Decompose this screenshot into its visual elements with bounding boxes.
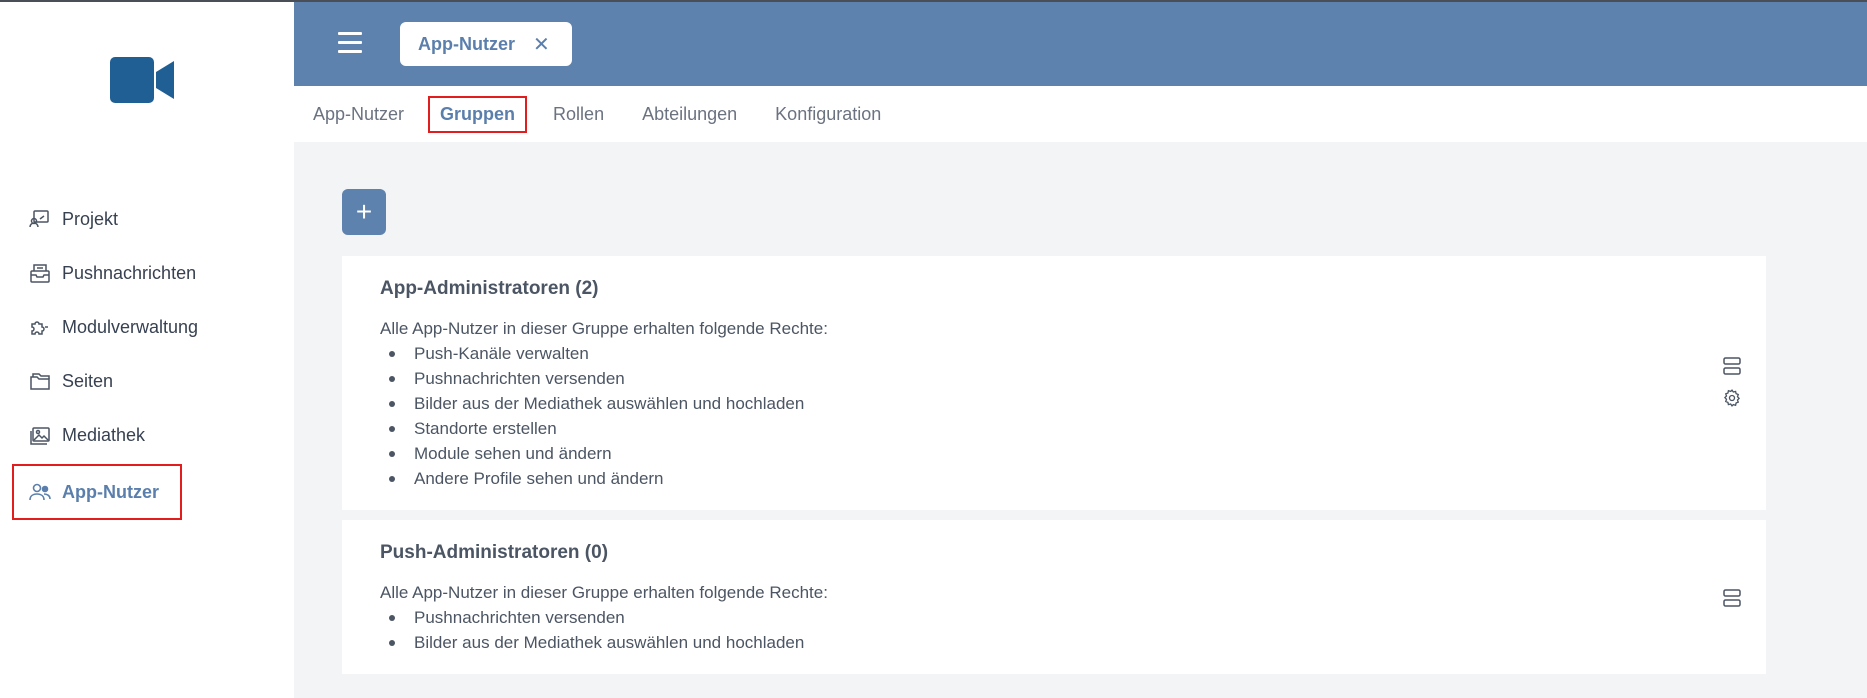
tab-konfiguration[interactable]: Konfiguration <box>775 98 881 131</box>
group-intro: Alle App-Nutzer in dieser Gruppe erhalte… <box>380 319 828 338</box>
sidebar-item-projekt[interactable]: Projekt <box>12 192 282 246</box>
tab-gruppen[interactable]: Gruppen <box>428 95 528 133</box>
group-intro: Alle App-Nutzer in dieser Gruppe erhalte… <box>380 583 828 602</box>
sidebar-item-label: Modulverwaltung <box>62 316 199 337</box>
sidebar-item-label: Pushnachrichten <box>62 262 197 283</box>
group-rights-list: Pushnachrichten versenden Bilder aus der… <box>380 605 1728 655</box>
add-group-button[interactable]: + <box>342 189 386 235</box>
push-messages-icon <box>28 261 52 285</box>
puzzle-icon <box>28 315 52 339</box>
group-title: Push-Administratoren (0) <box>380 542 609 563</box>
list-item: Bilder aus der Mediathek auswählen und h… <box>380 391 1728 416</box>
sidebar-nav: Projekt Pushnachrichten Modulverwaltung … <box>12 192 282 520</box>
sub-navigation: App-Nutzer Gruppen Rollen Abteilungen Ko… <box>294 86 1867 142</box>
list-item: Pushnachrichten versenden <box>380 605 1728 630</box>
sidebar-item-label: Seiten <box>62 370 114 391</box>
sidebar: Projekt Pushnachrichten Modulverwaltung … <box>0 2 294 698</box>
group-actions <box>1722 588 1742 608</box>
tab-rollen[interactable]: Rollen <box>553 98 604 131</box>
list-item: Andere Profile sehen und ändern <box>380 466 1728 491</box>
list-item: Module sehen und ändern <box>380 441 1728 466</box>
sidebar-item-pushnachrichten[interactable]: Pushnachrichten <box>12 246 282 300</box>
pages-icon <box>28 369 52 393</box>
sidebar-item-mediathek[interactable]: Mediathek <box>12 408 282 462</box>
sidebar-item-app-nutzer[interactable]: App-Nutzer <box>12 464 182 520</box>
project-icon <box>28 207 52 231</box>
list-item: Pushnachrichten versenden <box>380 366 1728 391</box>
group-rights-list: Push-Kanäle verwalten Pushnachrichten ve… <box>380 341 1728 491</box>
open-tab-label: App-Nutzer <box>418 33 515 54</box>
sidebar-item-label: App-Nutzer <box>62 481 159 502</box>
group-card-app-administratoren: App-Administratoren (2) Alle App-Nutzer … <box>342 256 1766 510</box>
server-icon[interactable] <box>1722 588 1742 608</box>
sidebar-item-seiten[interactable]: Seiten <box>12 354 282 408</box>
image-icon <box>28 423 52 447</box>
open-tab-app-nutzer[interactable]: App-Nutzer ✕ <box>400 22 572 66</box>
group-title: App-Administratoren (2) <box>380 278 599 299</box>
server-icon[interactable] <box>1722 356 1742 376</box>
sidebar-item-label: Projekt <box>62 208 119 229</box>
top-bar: App-Nutzer ✕ <box>294 2 1867 86</box>
sidebar-item-modulverwaltung[interactable]: Modulverwaltung <box>12 300 282 354</box>
list-item: Push-Kanäle verwalten <box>380 341 1728 366</box>
group-actions <box>1722 356 1742 408</box>
menu-icon[interactable] <box>338 32 362 54</box>
group-card-push-administratoren: Push-Administratoren (0) Alle App-Nutzer… <box>342 520 1766 674</box>
video-camera-logo-icon <box>110 57 174 103</box>
users-icon <box>28 480 52 504</box>
list-item: Bilder aus der Mediathek auswählen und h… <box>380 630 1728 655</box>
list-item: Standorte erstellen <box>380 416 1728 441</box>
gear-icon[interactable] <box>1722 388 1742 408</box>
sidebar-item-label: Mediathek <box>62 424 146 445</box>
tab-abteilungen[interactable]: Abteilungen <box>642 98 737 131</box>
close-icon[interactable]: ✕ <box>533 32 550 57</box>
tab-app-nutzer[interactable]: App-Nutzer <box>313 98 404 131</box>
